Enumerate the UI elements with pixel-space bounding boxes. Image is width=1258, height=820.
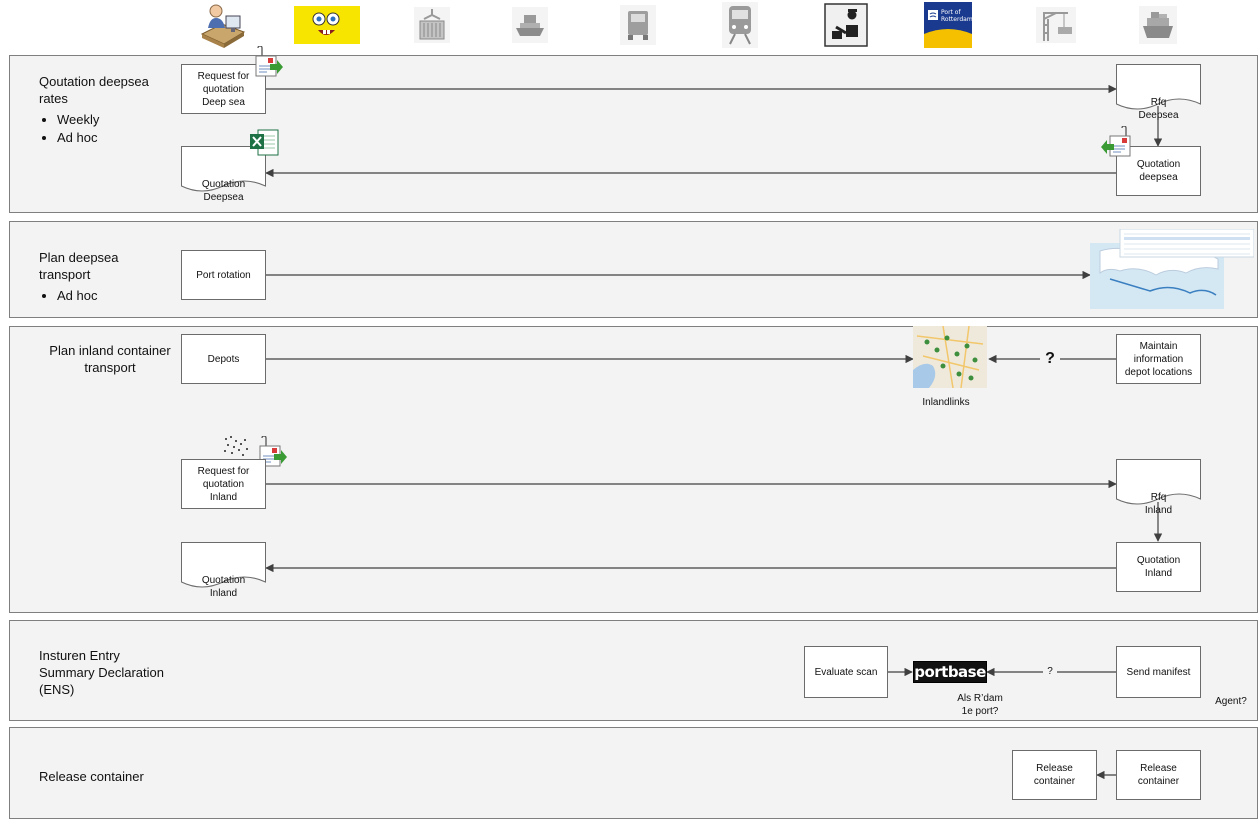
excel-icon <box>248 128 280 163</box>
node-port-rotation[interactable]: Port rotation <box>181 250 266 300</box>
node-depots[interactable]: Depots <box>181 334 266 384</box>
node-label: Quotation Deepsea <box>201 179 246 204</box>
label-als-rdam: Als R’dam 1e port? <box>957 693 1003 717</box>
node-send-manifest[interactable]: Send manifest <box>1116 646 1201 698</box>
node-rfq-inland[interactable]: Rfq Inland <box>1116 459 1201 516</box>
node-evaluate-scan[interactable]: Evaluate scan <box>804 646 888 698</box>
email-received-icon <box>1100 125 1134 165</box>
node-rfq-deepsea[interactable]: Rfq Deepsea <box>1116 64 1201 121</box>
node-quotation-inland-left[interactable]: Quotation Inland <box>181 542 266 599</box>
node-rfq-inland-request[interactable]: Request for quotation Inland <box>181 459 266 509</box>
inlandlinks-map-image <box>913 325 987 393</box>
world-map-schedule-image <box>1090 228 1255 314</box>
node-label: Rfq Inland <box>1144 492 1173 517</box>
email-attachment-icon <box>250 45 284 85</box>
node-quotation-inland-right[interactable]: Quotation Inland <box>1116 542 1201 592</box>
node-maintain-depots[interactable]: Maintain information depot locations <box>1116 334 1201 384</box>
node-label: Rfq Deepsea <box>1138 97 1179 122</box>
node-release-container-left[interactable]: Release container <box>1012 750 1097 800</box>
label-manifest-question: ? <box>1043 665 1057 678</box>
node-label: Quotation Inland <box>201 575 246 600</box>
portbase-logo: portbase <box>913 661 987 683</box>
label-agent: Agent? <box>1215 696 1247 707</box>
portbase-logo-text: portbase <box>914 663 986 681</box>
label-inlandlinks: Inlandlinks <box>922 397 970 408</box>
node-release-container-right[interactable]: Release container <box>1116 750 1201 800</box>
connector-layer <box>265 84 1163 780</box>
label-depots-question: ? <box>1040 349 1060 369</box>
